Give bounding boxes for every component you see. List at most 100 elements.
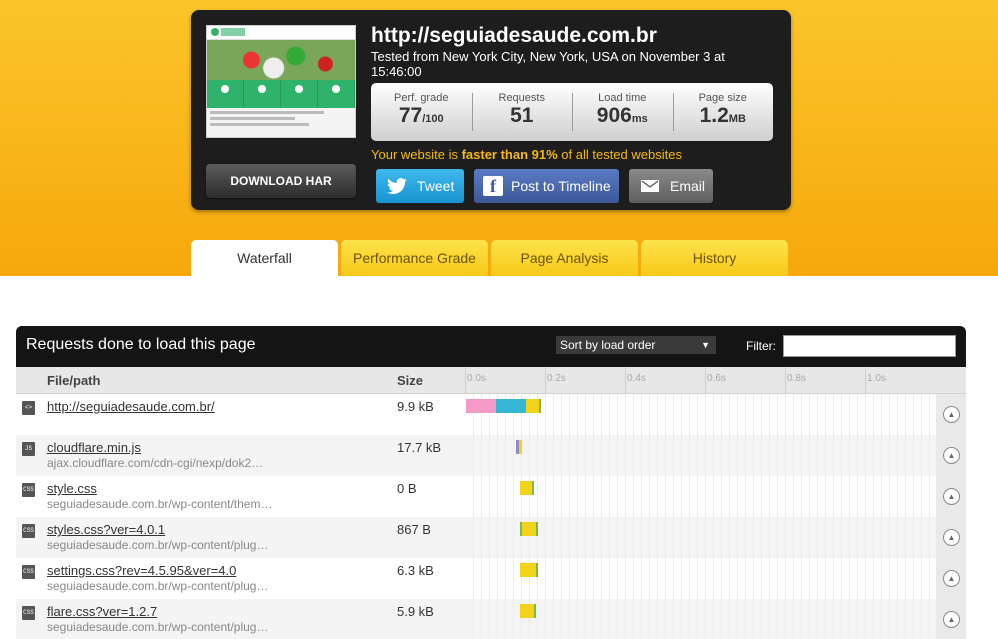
request-size: 17.7 kB <box>397 440 442 455</box>
timeline-tick-label: 1.0s <box>867 373 886 384</box>
column-file-path[interactable]: File/path <box>47 373 100 388</box>
tab-page-analysis[interactable]: Page Analysis <box>491 240 638 276</box>
request-file-path: seguiadesaude.com.br/wp-content/plug… <box>47 538 269 552</box>
css-file-icon: CSS <box>22 606 35 620</box>
waterfall-track <box>466 599 936 639</box>
sort-order-select[interactable]: Sort by load order ▼ <box>556 336 716 354</box>
filter-input[interactable] <box>783 335 956 357</box>
stat-load-time: Load time 906ms <box>572 83 673 141</box>
stat-value: 1.2 <box>699 104 729 127</box>
envelope-icon <box>638 174 662 198</box>
stat-label: Load time <box>598 92 647 104</box>
waterfall-bar-segment <box>539 399 542 413</box>
request-file-link[interactable]: styles.css?ver=4.0.1 <box>47 522 165 537</box>
waterfall-bar-segment <box>518 440 522 454</box>
css-file-icon: CSS <box>22 565 35 579</box>
tweet-label: Tweet <box>417 178 455 194</box>
request-size: 0 B <box>397 481 417 496</box>
facebook-icon: f <box>483 176 503 196</box>
stat-label: Page size <box>698 92 747 104</box>
waterfall-track <box>466 517 936 558</box>
timeline-tick-label: 0.2s <box>547 373 566 384</box>
js-file-icon: JS <box>22 442 35 456</box>
request-row[interactable]: CSS flare.css?ver=1.2.7 seguiadesaude.com.… <box>16 599 966 639</box>
expand-row-icon[interactable]: ▲ <box>943 570 960 587</box>
request-row[interactable]: CSS style.css seguiadesaude.com.br/wp-cont… <box>16 476 966 517</box>
waterfall-bar-segment <box>534 604 536 618</box>
summary-panel: http://seguiadesaude.com.br Tested from … <box>191 10 791 210</box>
expand-column: ▲ <box>936 558 966 599</box>
requests-panel: Requests done to load this page Sort by … <box>16 326 966 639</box>
expand-column: ▲ <box>936 394 966 435</box>
request-file-link[interactable]: cloudflare.min.js <box>47 440 141 455</box>
expand-row-icon[interactable]: ▲ <box>943 611 960 628</box>
request-file-link[interactable]: http://seguiadesaude.com.br/ <box>47 399 215 414</box>
stat-value: 906 <box>596 104 632 127</box>
timeline-tick-line <box>625 367 626 394</box>
waterfall-track <box>466 435 936 476</box>
css-file-icon: CSS <box>22 483 35 497</box>
tab-waterfall[interactable]: Waterfall <box>191 240 338 276</box>
waterfall-bar-segment <box>532 481 534 495</box>
expand-column: ▲ <box>936 599 966 639</box>
twitter-bird-icon <box>385 174 409 198</box>
email-button[interactable]: Email <box>629 169 713 203</box>
requests-panel-header: Requests done to load this page Sort by … <box>16 326 966 367</box>
download-har-button[interactable]: DOWNLOAD HAR <box>206 164 356 198</box>
stat-page-size: Page size 1.2MB <box>672 83 774 141</box>
stat-unit: /100 <box>422 113 444 125</box>
timeline-tick-line <box>865 367 866 394</box>
faster-than-text: Your website is faster than 91% of all t… <box>371 147 682 162</box>
timeline-tick-line <box>785 367 786 394</box>
request-file-link[interactable]: flare.css?ver=1.2.7 <box>47 604 157 619</box>
tab-performance-grade[interactable]: Performance Grade <box>341 240 488 276</box>
expand-row-icon[interactable]: ▲ <box>943 488 960 505</box>
faster-suffix: of all tested websites <box>557 147 682 162</box>
waterfall-bar-segment <box>536 563 538 577</box>
request-size: 5.9 kB <box>397 604 434 619</box>
html-file-icon: <> <box>22 401 35 415</box>
post-to-timeline-label: Post to Timeline <box>511 178 611 194</box>
waterfall-bar-segment <box>536 522 538 536</box>
waterfall-bar-segment <box>526 399 540 413</box>
expand-column: ▲ <box>936 435 966 476</box>
waterfall-track <box>466 394 936 435</box>
waterfall-track <box>466 476 936 517</box>
column-header: File/path Size 0.0s 0.2s 0.4s 0.6s 0.8s 1.0s <box>16 367 966 394</box>
stat-value: 77 <box>398 104 423 127</box>
post-to-timeline-button[interactable]: f Post to Timeline <box>474 169 619 203</box>
waterfall-bar-segment <box>522 522 536 536</box>
request-file-path: ajax.cloudflare.com/cdn-cgi/nexp/dok2… <box>47 456 264 470</box>
request-file-path: seguiadesaude.com.br/wp-content/plug… <box>47 579 269 593</box>
timeline-tick-label: 0.4s <box>627 373 646 384</box>
expand-row-icon[interactable]: ▲ <box>943 447 960 464</box>
css-file-icon: CSS <box>22 524 35 538</box>
sort-selected-value: Sort by load order <box>560 338 656 352</box>
expand-column: ▲ <box>936 476 966 517</box>
site-thumbnail <box>206 25 356 138</box>
request-row[interactable]: CSS settings.css?rev=4.5.95&ver=4.0 seguia… <box>16 558 966 599</box>
filter-label: Filter: <box>746 339 776 353</box>
tweet-button[interactable]: Tweet <box>376 169 464 203</box>
waterfall-bar-segment <box>520 481 532 495</box>
expand-column: ▲ <box>936 517 966 558</box>
waterfall-bar-segment <box>520 604 534 618</box>
stat-unit: MB <box>728 113 746 125</box>
waterfall-bar-segment <box>520 563 536 577</box>
stat-perf-grade: Perf. grade 77/100 <box>371 83 472 141</box>
request-row[interactable]: <> http://seguiadesaude.com.br/9.9 kB ▲ <box>16 394 966 435</box>
timeline-tick-label: 0.0s <box>467 373 486 384</box>
request-row[interactable]: JS cloudflare.min.js ajax.cloudflare.com/c… <box>16 435 966 476</box>
column-size[interactable]: Size <box>397 373 423 388</box>
waterfall-track <box>466 558 936 599</box>
tab-history[interactable]: History <box>641 240 788 276</box>
tested-from-text: Tested from New York City, New York, USA… <box>371 49 725 79</box>
faster-percent: faster than 91% <box>461 147 558 162</box>
request-row[interactable]: CSS styles.css?ver=4.0.1 seguiadesaude.com… <box>16 517 966 558</box>
request-size: 9.9 kB <box>397 399 434 414</box>
expand-row-icon[interactable]: ▲ <box>943 406 960 423</box>
timeline-tick-line <box>545 367 546 394</box>
request-file-link[interactable]: settings.css?rev=4.5.95&ver=4.0 <box>47 563 236 578</box>
expand-row-icon[interactable]: ▲ <box>943 529 960 546</box>
request-file-link[interactable]: style.css <box>47 481 97 496</box>
